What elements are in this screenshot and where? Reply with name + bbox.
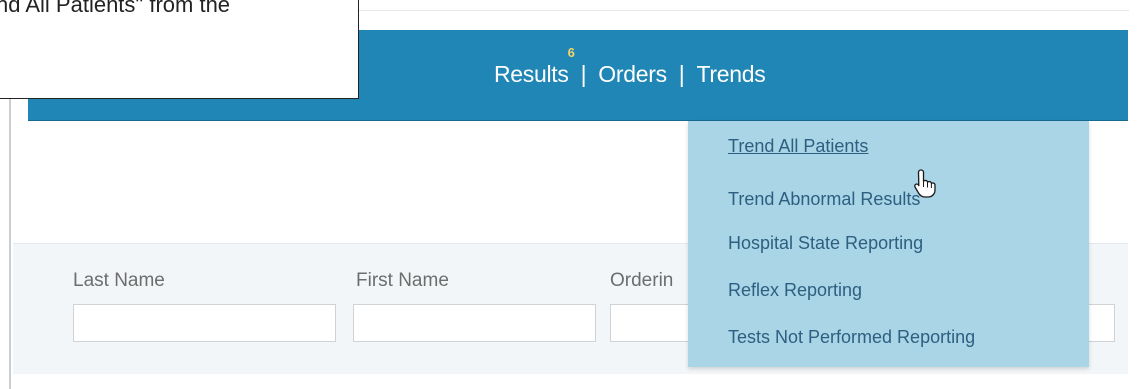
menu-item-trend-abnormal-results[interactable]: Trend Abnormal Results	[728, 189, 920, 210]
trends-dropdown-menu: Trend All Patients Trend Abnormal Result…	[688, 121, 1089, 367]
first-name-label: First Name	[356, 270, 449, 291]
nav-orders-link[interactable]: Orders	[598, 61, 667, 88]
nav-separator: |	[580, 60, 587, 87]
nav-trends-link[interactable]: Trends	[696, 61, 765, 88]
menu-item-tests-not-performed-reporting[interactable]: Tests Not Performed Reporting	[728, 327, 975, 348]
last-name-label: Last Name	[73, 270, 165, 291]
ordering-label: Orderin	[610, 270, 674, 291]
nav-links: Results 6 | Orders | Trends	[494, 45, 766, 90]
instruction-callout-box: nd All Patients" from the	[0, 0, 359, 99]
callout-text: nd All Patients" from the	[0, 0, 231, 17]
nav-results-link[interactable]: Results 6	[494, 45, 575, 88]
nav-results-label: Results	[494, 60, 569, 87]
hand-pointer-icon	[914, 169, 936, 198]
first-name-input[interactable]	[353, 304, 596, 342]
last-name-input[interactable]	[73, 304, 336, 342]
menu-item-trend-all-patients[interactable]: Trend All Patients	[728, 136, 868, 157]
menu-item-hospital-state-reporting[interactable]: Hospital State Reporting	[728, 233, 923, 254]
nav-separator: |	[678, 60, 685, 87]
results-count-badge: 6	[567, 44, 575, 60]
menu-item-reflex-reporting[interactable]: Reflex Reporting	[728, 280, 862, 301]
